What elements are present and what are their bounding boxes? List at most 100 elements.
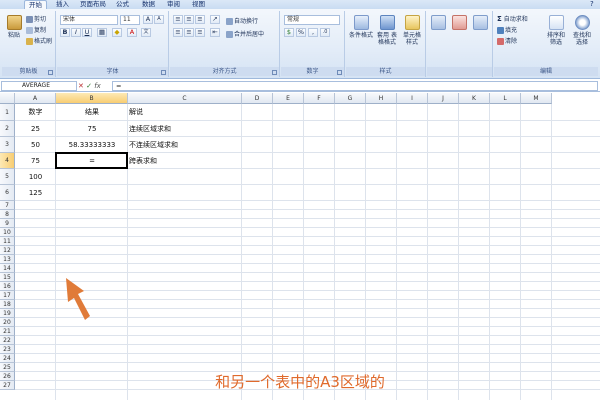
cell-a4[interactable]: 75 xyxy=(15,153,56,169)
column-header-i[interactable]: I xyxy=(397,93,428,104)
row-header-15[interactable]: 15 xyxy=(0,273,15,282)
number-format-select[interactable]: 常规 xyxy=(284,15,340,25)
font-name-select[interactable]: 宋体 xyxy=(60,15,118,25)
cell-b2[interactable]: 75 xyxy=(56,121,128,137)
row-header-6[interactable]: 6 xyxy=(0,185,15,201)
cell-styles-button[interactable]: 单元格 样式 xyxy=(400,15,424,46)
tab-formulas[interactable]: 公式 xyxy=(112,0,133,9)
tab-home[interactable]: 开始 xyxy=(24,0,47,9)
column-header-a[interactable]: A xyxy=(15,93,56,104)
border-icon[interactable]: ▦ xyxy=(97,28,107,37)
worksheet-grid[interactable]: ABCDEFGHIJKLM 1 2 3 4 5 6 7 8 9 10 11 12 13 14 15 16 17 1… xyxy=(0,93,600,400)
format-as-table-button[interactable]: 套用 表格格式 xyxy=(375,15,399,46)
cell-b1[interactable]: 结果 xyxy=(56,104,128,121)
paste-button[interactable]: 粘贴 xyxy=(3,15,25,39)
enter-icon[interactable]: ✓ xyxy=(86,82,92,90)
format-button[interactable] xyxy=(469,15,491,32)
row-header-13[interactable]: 13 xyxy=(0,255,15,264)
italic-button[interactable]: I xyxy=(71,28,81,37)
cell-a2[interactable]: 25 xyxy=(15,121,56,137)
row-header-18[interactable]: 18 xyxy=(0,300,15,309)
cancel-icon[interactable]: ✕ xyxy=(78,82,84,90)
number-launcher-icon[interactable] xyxy=(337,70,342,75)
align-bottom-icon[interactable]: ≡ xyxy=(195,15,205,24)
column-header-c[interactable]: C xyxy=(128,93,242,104)
fill-color-icon[interactable]: ◆ xyxy=(112,28,122,37)
autosum-button[interactable]: Σ 自动求和 xyxy=(497,14,528,23)
row-header-9[interactable]: 9 xyxy=(0,219,15,228)
column-header-l[interactable]: L xyxy=(490,93,521,104)
cell-a6[interactable]: 125 xyxy=(15,185,56,201)
percent-button[interactable]: % xyxy=(296,28,306,37)
increase-decimal-icon[interactable]: .0 xyxy=(320,28,330,37)
comma-button[interactable]: , xyxy=(308,28,318,37)
clipboard-launcher-icon[interactable] xyxy=(48,70,53,75)
bold-button[interactable]: B xyxy=(60,28,70,37)
format-painter-button[interactable]: 格式刷 xyxy=(26,36,52,45)
clear-button[interactable]: 清除 xyxy=(497,36,517,45)
tab-data[interactable]: 数据 xyxy=(138,0,159,9)
row-header-1[interactable]: 1 xyxy=(0,104,15,121)
row-header-3[interactable]: 3 xyxy=(0,137,15,153)
orientation-icon[interactable]: ↗ xyxy=(210,15,220,24)
tab-insert[interactable]: 插入 xyxy=(52,0,73,9)
grow-font-button[interactable]: A xyxy=(143,15,153,24)
row-header-10[interactable]: 10 xyxy=(0,228,15,237)
row-header-14[interactable]: 14 xyxy=(0,264,15,273)
row-header-12[interactable]: 12 xyxy=(0,246,15,255)
sort-filter-button[interactable]: 排序和 筛选 xyxy=(544,15,568,46)
row-header-16[interactable]: 16 xyxy=(0,282,15,291)
align-right-icon[interactable]: ≡ xyxy=(195,28,205,37)
conditional-format-button[interactable]: 条件格式 xyxy=(348,15,374,39)
row-header-21[interactable]: 21 xyxy=(0,327,15,336)
font-size-select[interactable]: 11 xyxy=(120,15,140,25)
column-header-d[interactable]: D xyxy=(242,93,273,104)
row-header-2[interactable]: 2 xyxy=(0,121,15,137)
decrease-indent-icon[interactable]: ⇤ xyxy=(210,28,220,37)
column-header-f[interactable]: F xyxy=(304,93,335,104)
merge-center-button[interactable]: 合并后居中 xyxy=(226,29,264,38)
delete-button[interactable] xyxy=(448,15,470,32)
underline-button[interactable]: U xyxy=(82,28,92,37)
phonetic-icon[interactable]: 文 xyxy=(141,28,151,37)
align-left-icon[interactable]: ≡ xyxy=(173,28,183,37)
cell-c2[interactable]: 连续区域求和 xyxy=(129,121,171,137)
cut-button[interactable]: 剪切 xyxy=(26,14,46,23)
name-box[interactable]: AVERAGE xyxy=(1,81,77,91)
cell-b4[interactable]: = xyxy=(56,153,128,169)
help-icon[interactable]: ? xyxy=(586,0,598,9)
row-header-23[interactable]: 23 xyxy=(0,345,15,354)
cell-c1[interactable]: 解说 xyxy=(129,104,143,121)
row-header-5[interactable]: 5 xyxy=(0,169,15,185)
cell-b3[interactable]: 58.33333333 xyxy=(56,137,128,153)
fill-button[interactable]: 填充 xyxy=(497,25,517,34)
row-header-11[interactable]: 11 xyxy=(0,237,15,246)
cell-a5[interactable]: 100 xyxy=(15,169,56,185)
font-color-icon[interactable]: A xyxy=(127,28,137,37)
tab-review[interactable]: 审阅 xyxy=(163,0,184,9)
row-header-7[interactable]: 7 xyxy=(0,201,15,210)
column-header-g[interactable]: G xyxy=(335,93,366,104)
tab-view[interactable]: 视图 xyxy=(188,0,209,9)
cell-c4[interactable]: 跨表求和 xyxy=(129,153,157,169)
row-header-24[interactable]: 24 xyxy=(0,354,15,363)
cell-c3[interactable]: 不连续区域求和 xyxy=(129,137,178,153)
row-header-22[interactable]: 22 xyxy=(0,336,15,345)
column-header-j[interactable]: J xyxy=(428,93,459,104)
insert-function-icon[interactable]: fx xyxy=(94,82,101,90)
row-header-17[interactable]: 17 xyxy=(0,291,15,300)
cell-a1[interactable]: 数字 xyxy=(15,104,56,121)
column-header-k[interactable]: K xyxy=(459,93,490,104)
copy-button[interactable]: 复制 xyxy=(26,25,46,34)
row-header-19[interactable]: 19 xyxy=(0,309,15,318)
align-middle-icon[interactable]: ≡ xyxy=(184,15,194,24)
row-header-8[interactable]: 8 xyxy=(0,210,15,219)
cell-a3[interactable]: 50 xyxy=(15,137,56,153)
formula-input[interactable]: = xyxy=(112,81,598,91)
row-header-4[interactable]: 4 xyxy=(0,153,15,169)
alignment-launcher-icon[interactable] xyxy=(272,70,277,75)
align-center-icon[interactable]: ≡ xyxy=(184,28,194,37)
insert-button[interactable] xyxy=(427,15,449,32)
find-select-button[interactable]: 查找和 选择 xyxy=(570,15,594,46)
wrap-text-button[interactable]: 自动换行 xyxy=(226,16,258,25)
